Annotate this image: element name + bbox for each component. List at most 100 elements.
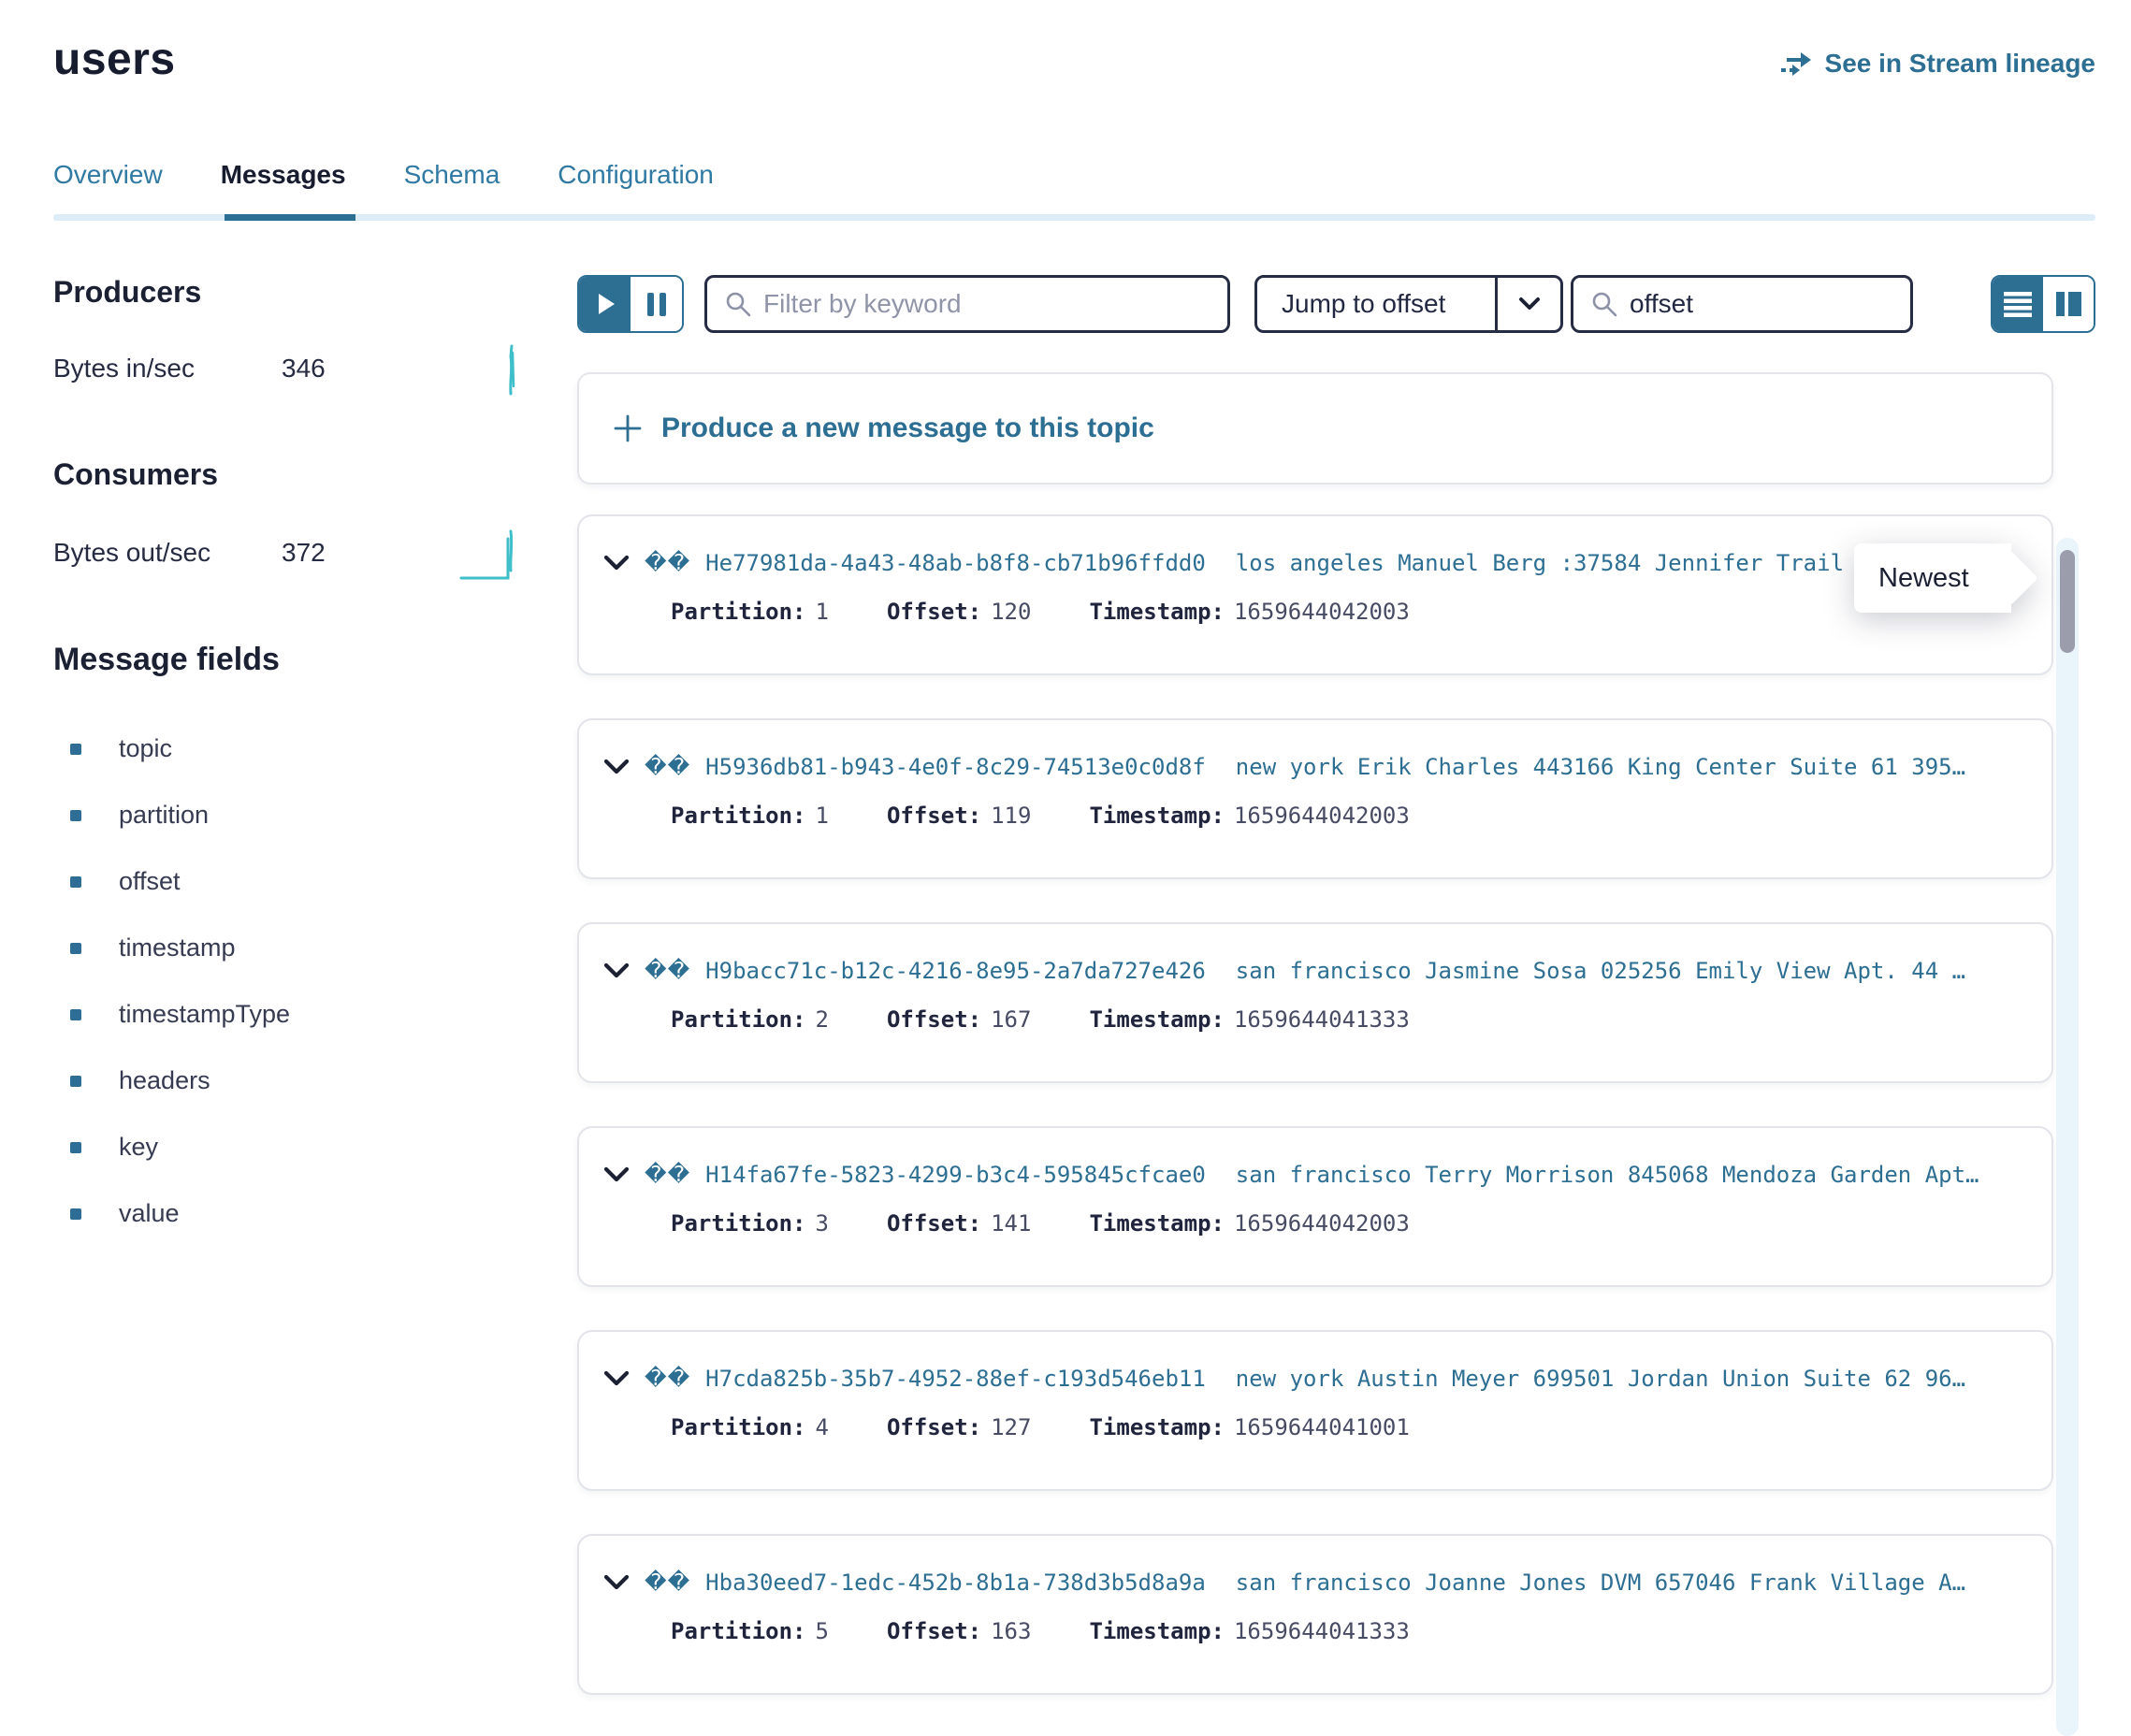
- offset-label: Offset:: [887, 599, 981, 625]
- message-key: He77981da-4a43-48ab-b8f8-cb71b96ffdd0: [705, 550, 1206, 576]
- timestamp-value: 1659644042003: [1234, 1210, 1410, 1237]
- jump-to-offset-select[interactable]: Jump to offset: [1254, 275, 1563, 333]
- partition-label: Partition:: [671, 1414, 806, 1440]
- partition-label: Partition:: [671, 1210, 806, 1237]
- partition-label: Partition:: [671, 599, 806, 625]
- field-label: partition: [119, 801, 209, 830]
- timestamp-label: Timestamp:: [1089, 599, 1225, 625]
- produce-message-button[interactable]: Produce a new message to this topic: [577, 372, 2053, 485]
- select-chevron-button[interactable]: [1495, 278, 1560, 330]
- sidebar: Producers Bytes in/sec 346 Consumers Byt…: [53, 247, 577, 1736]
- active-tab-indicator: [225, 214, 355, 221]
- message-key: H5936db81-b943-4e0f-8c29-74513e0c0d8f: [705, 754, 1206, 780]
- stream-lineage-link[interactable]: See in Stream lineage: [1779, 49, 2095, 79]
- message-value-preview: los angeles Manuel Berg :37584 Jennifer …: [1236, 550, 1871, 576]
- partition-value: 1: [816, 599, 829, 625]
- field-label: topic: [119, 734, 172, 763]
- message-row[interactable]: �� H14fa67fe-5823-4299-b3c4-595845cfcae0…: [577, 1126, 2053, 1287]
- partition-label: Partition:: [671, 803, 806, 829]
- keyword-filter-input[interactable]: [763, 289, 1210, 319]
- offset-label: Offset:: [887, 1414, 981, 1440]
- page-title: users: [53, 34, 176, 85]
- message-list-scrollbar-thumb[interactable]: [2060, 550, 2075, 653]
- offset-label: Offset:: [887, 803, 981, 829]
- expand-chevron-icon[interactable]: [603, 1370, 630, 1387]
- bytes-out-value: 372: [282, 538, 326, 568]
- plus-icon: [613, 413, 643, 443]
- list-view-button[interactable]: [1993, 277, 2043, 331]
- partition-label: Partition:: [671, 1618, 806, 1644]
- message-row[interactable]: �� He77981da-4a43-48ab-b8f8-cb71b96ffdd0…: [577, 514, 2053, 675]
- messages-toolbar: Jump to offset: [577, 275, 2095, 333]
- partition-value: 5: [816, 1618, 829, 1644]
- message-key: H9bacc71c-b12c-4216-8e95-2a7da727e426: [705, 958, 1206, 984]
- offset-search-input[interactable]: [1630, 289, 1893, 319]
- field-label: key: [119, 1133, 158, 1162]
- timestamp-label: Timestamp:: [1089, 1006, 1225, 1033]
- topic-messages-page: users See in Stream lineage Overview Mes…: [0, 0, 2131, 1736]
- timestamp-value: 1659644042003: [1234, 803, 1410, 829]
- offset-value: 119: [991, 803, 1031, 829]
- expand-chevron-icon[interactable]: [603, 962, 630, 979]
- tab-bar: Overview Messages Schema Configuration: [0, 160, 2131, 221]
- stream-lineage-icon: [1779, 50, 1813, 78]
- bytes-in-value: 346: [282, 354, 326, 383]
- stream-lineage-label: See in Stream lineage: [1825, 49, 2095, 79]
- tab-schema[interactable]: Schema: [404, 160, 500, 214]
- jump-to-offset-value: Jump to offset: [1257, 289, 1495, 319]
- field-label: offset: [119, 867, 181, 896]
- bytes-out-label: Bytes out/sec: [53, 538, 282, 568]
- timestamp-label: Timestamp:: [1089, 1618, 1225, 1644]
- field-item-key: key: [53, 1114, 577, 1180]
- message-row[interactable]: �� H9bacc71c-b12c-4216-8e95-2a7da727e426…: [577, 922, 2053, 1083]
- partition-value: 3: [816, 1210, 829, 1237]
- consumers-metric-row: Bytes out/sec 372: [53, 524, 532, 582]
- tab-configuration[interactable]: Configuration: [558, 160, 714, 214]
- tab-messages[interactable]: Messages: [221, 160, 346, 214]
- search-icon: [724, 290, 752, 318]
- producers-metric-row: Bytes in/sec 346: [53, 341, 532, 396]
- offset-value: 127: [991, 1414, 1031, 1440]
- binary-glyphs: ��: [645, 755, 690, 779]
- offset-value: 163: [991, 1618, 1031, 1644]
- timestamp-label: Timestamp:: [1089, 803, 1225, 829]
- pause-button[interactable]: [631, 277, 682, 331]
- message-key: H7cda825b-35b7-4952-88ef-c193d546eb11: [705, 1366, 1206, 1392]
- message-key: Hba30eed7-1edc-452b-8b1a-738d3b5d8a9a: [705, 1570, 1206, 1596]
- page-header: users See in Stream lineage: [0, 0, 2131, 85]
- binary-glyphs: ��: [645, 551, 690, 575]
- message-row[interactable]: �� Hba30eed7-1edc-452b-8b1a-738d3b5d8a9a…: [577, 1534, 2053, 1695]
- expand-chevron-icon[interactable]: [603, 1574, 630, 1591]
- field-item-offset: offset: [53, 848, 577, 915]
- field-label: headers: [119, 1066, 210, 1095]
- timestamp-label: Timestamp:: [1089, 1414, 1225, 1440]
- expand-chevron-icon[interactable]: [603, 555, 630, 571]
- message-value-preview: san francisco Joanne Jones DVM 657046 Fr…: [1236, 1570, 1965, 1596]
- timestamp-value: 1659644042003: [1234, 599, 1410, 625]
- tab-overview[interactable]: Overview: [53, 160, 163, 214]
- message-value-preview: san francisco Jasmine Sosa 025256 Emily …: [1236, 958, 1965, 984]
- field-item-timestamp: timestamp: [53, 915, 577, 981]
- field-bullet-icon: [70, 876, 81, 888]
- produce-message-label: Produce a new message to this topic: [661, 412, 1154, 444]
- play-pause-toggle: [577, 275, 684, 333]
- offset-label: Offset:: [887, 1210, 981, 1237]
- messages-panel: Jump to offset: [577, 247, 2095, 1736]
- message-list-scrollbar-track[interactable]: [2056, 538, 2079, 1736]
- play-button[interactable]: [579, 277, 631, 331]
- pause-icon: [647, 293, 654, 316]
- newest-tooltip-label: Newest: [1878, 563, 1969, 594]
- field-item-topic: topic: [53, 716, 577, 782]
- binary-glyphs: ��: [645, 1163, 690, 1187]
- field-label: value: [119, 1199, 180, 1228]
- message-fields-heading: Message fields: [53, 642, 577, 678]
- message-value-preview: new york Austin Meyer 699501 Jordan Unio…: [1236, 1366, 1965, 1392]
- expand-chevron-icon[interactable]: [603, 1166, 630, 1183]
- split-view-icon: [2056, 292, 2065, 316]
- split-view-button[interactable]: [2043, 277, 2094, 331]
- expand-chevron-icon[interactable]: [603, 759, 630, 775]
- offset-value: 167: [991, 1006, 1031, 1033]
- message-row[interactable]: �� H5936db81-b943-4e0f-8c29-74513e0c0d8f…: [577, 718, 2053, 879]
- field-bullet-icon: [70, 1142, 81, 1153]
- message-row[interactable]: �� H7cda825b-35b7-4952-88ef-c193d546eb11…: [577, 1330, 2053, 1491]
